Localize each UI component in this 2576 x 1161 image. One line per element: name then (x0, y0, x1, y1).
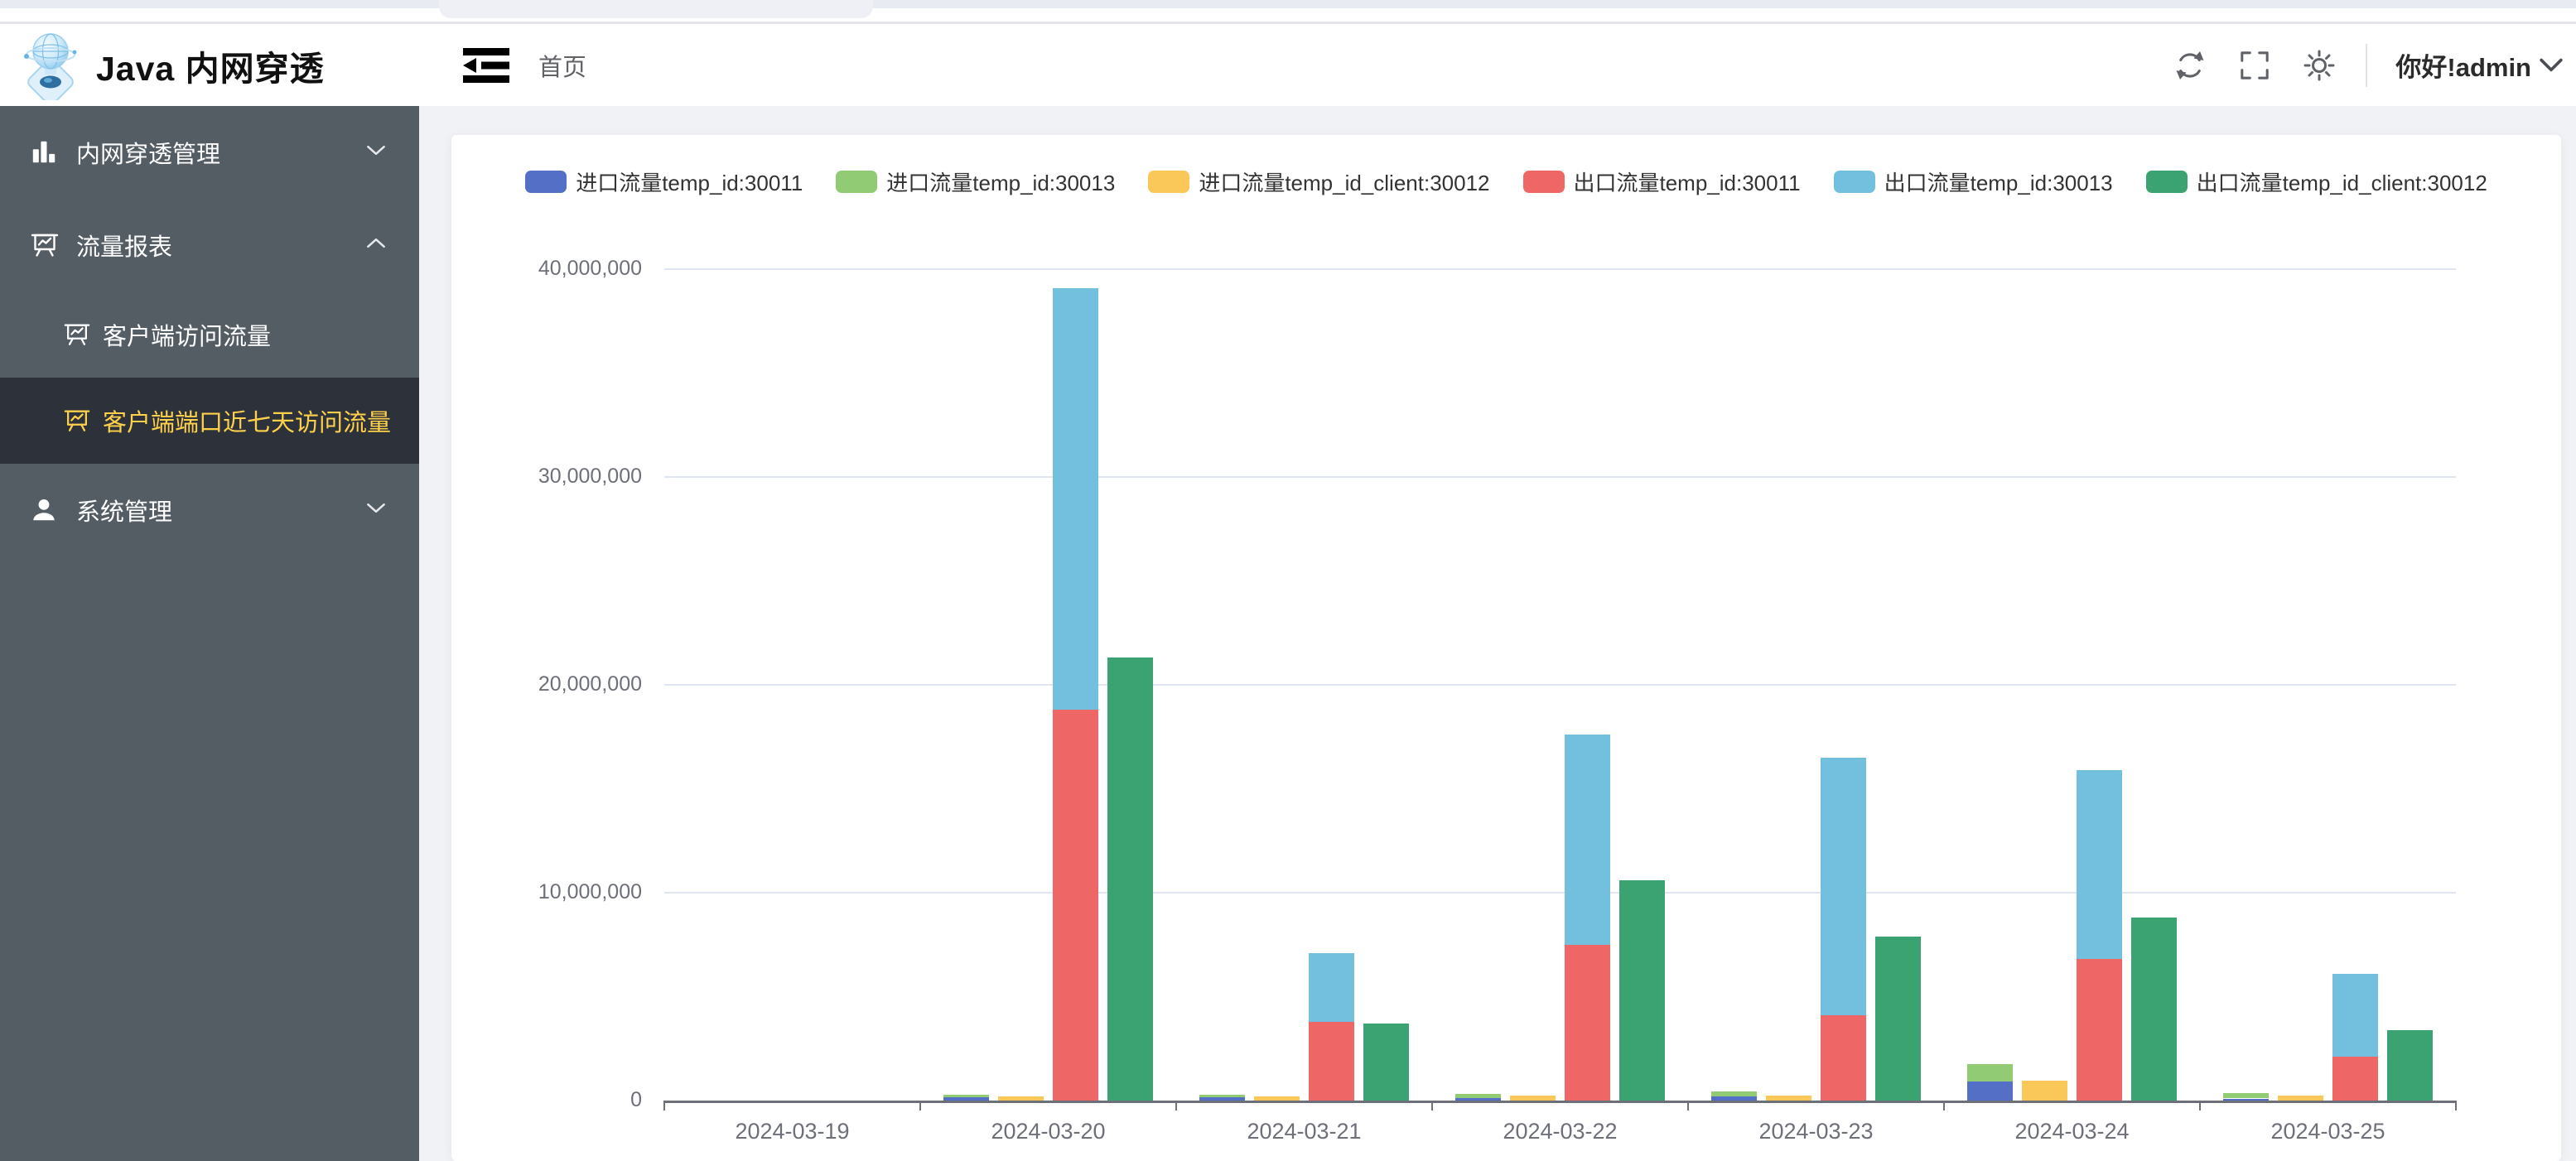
bar-segment[interactable] (1107, 658, 1153, 1101)
bar-segment[interactable] (1711, 1091, 1757, 1096)
x-axis-label: 2024-03-25 (2229, 1119, 2428, 1144)
y-axis-label: 0 (451, 1088, 642, 1112)
x-axis-label: 2024-03-20 (949, 1119, 1148, 1144)
data-board-icon (30, 230, 60, 260)
x-axis-tick (2199, 1101, 2201, 1110)
app-logo-icon (18, 31, 83, 100)
bar-segment[interactable] (2387, 1030, 2433, 1101)
bar-segment[interactable] (1565, 945, 1610, 1101)
gridline (664, 476, 2456, 478)
bar-segment[interactable] (2077, 770, 2122, 959)
chevron-down-icon (2540, 58, 2563, 73)
app-title: Java 内网穿透 (96, 24, 325, 106)
bar-segment[interactable] (2332, 974, 2378, 1057)
user-icon (30, 495, 60, 525)
page-root: Java 内网穿透 首页 (0, 0, 2576, 1161)
y-axis-label: 40,000,000 (451, 257, 642, 281)
chevron-down-icon (366, 144, 386, 161)
sidebar-item-label: 流量报表 (76, 228, 172, 263)
bar-segment[interactable] (943, 1095, 989, 1098)
bar-segment[interactable] (1875, 937, 1921, 1101)
bar-segment[interactable] (1363, 1024, 1409, 1101)
bar-segment[interactable] (1053, 710, 1098, 1101)
sidebar-item-label: 客户端访问流量 (103, 317, 271, 352)
chevron-up-icon (366, 237, 386, 253)
sun-icon[interactable] (2301, 47, 2337, 84)
bar-segment[interactable] (2223, 1093, 2269, 1098)
bar-segment[interactable] (2131, 918, 2177, 1101)
x-axis-tick (1687, 1101, 1689, 1110)
sidebar-item-label: 系统管理 (76, 493, 172, 528)
data-board-icon (63, 320, 91, 349)
top-tab-blob (439, 0, 873, 18)
x-axis-label: 2024-03-22 (1461, 1119, 1660, 1144)
sidebar-item-traffic-report[interactable]: 流量报表 (0, 199, 419, 291)
y-axis-label: 20,000,000 (451, 672, 642, 696)
refresh-icon[interactable] (2172, 47, 2208, 84)
x-axis-tick (1175, 1101, 1177, 1110)
gridline (664, 684, 2456, 686)
sidebar-item-client-port-7day-traffic[interactable]: 客户端端口近七天访问流量 (0, 378, 419, 464)
user-menu[interactable]: 你好!admin (2395, 46, 2563, 84)
chart-card: 进口流量temp_id:30011进口流量temp_id:30013进口流量te… (451, 135, 2561, 1161)
x-axis-label: 2024-03-19 (693, 1119, 892, 1144)
x-axis-tick (663, 1101, 665, 1110)
header: Java 内网穿透 首页 (0, 24, 2576, 106)
bar-chart-icon (30, 137, 60, 167)
gridline (664, 892, 2456, 894)
breadcrumb[interactable]: 首页 (538, 24, 586, 106)
y-axis-label: 30,000,000 (451, 465, 642, 489)
bar-segment[interactable] (1967, 1082, 2013, 1101)
bar-segment[interactable] (2022, 1081, 2067, 1101)
sidebar: 内网穿透管理 流量报表 (0, 106, 419, 1161)
bar-segment[interactable] (1053, 288, 1098, 711)
bar-segment[interactable] (1309, 1022, 1354, 1101)
x-axis-tick (2455, 1101, 2457, 1110)
greeting-text: 你好!admin (2395, 46, 2531, 84)
bar-segment[interactable] (1821, 1015, 1866, 1101)
chart-plot-area: 0 10,000,000 20,000,000 30,000,000 40,000,00… (451, 135, 2561, 1161)
bar-segment[interactable] (1967, 1064, 2013, 1082)
y-axis-label: 10,000,000 (451, 880, 642, 904)
x-axis-label: 2024-03-21 (1205, 1119, 1404, 1144)
bar-segment[interactable] (1309, 953, 1354, 1022)
sidebar-item-label: 内网穿透管理 (76, 135, 220, 170)
header-divider (2366, 44, 2367, 87)
chevron-down-icon (366, 502, 386, 518)
bar-segment[interactable] (2332, 1057, 2378, 1101)
bar-segment[interactable] (2077, 959, 2122, 1101)
bar-segment[interactable] (1455, 1094, 1501, 1098)
bar-segment[interactable] (1199, 1095, 1245, 1097)
bar-segment[interactable] (1821, 758, 1866, 1015)
sidebar-item-client-traffic[interactable]: 客户端访问流量 (0, 291, 419, 378)
sidebar-item-tunnel-management[interactable]: 内网穿透管理 (0, 106, 419, 199)
x-axis-line (664, 1101, 2456, 1103)
bar-segment[interactable] (1619, 880, 1665, 1101)
x-axis-tick (1943, 1101, 1945, 1110)
sidebar-item-system-management[interactable]: 系统管理 (0, 464, 419, 556)
fullscreen-icon[interactable] (2236, 47, 2273, 84)
x-axis-tick (919, 1101, 921, 1110)
top-band (0, 0, 2576, 8)
bar-segment[interactable] (1565, 735, 1610, 945)
sidebar-item-label: 客户端端口近七天访问流量 (103, 403, 391, 438)
gridline (664, 268, 2456, 270)
data-board-icon (63, 407, 91, 435)
x-axis-label: 2024-03-24 (1973, 1119, 2172, 1144)
x-axis-tick (1431, 1101, 1433, 1110)
x-axis-label: 2024-03-23 (1717, 1119, 1916, 1144)
sidebar-collapse-icon[interactable] (461, 42, 512, 89)
